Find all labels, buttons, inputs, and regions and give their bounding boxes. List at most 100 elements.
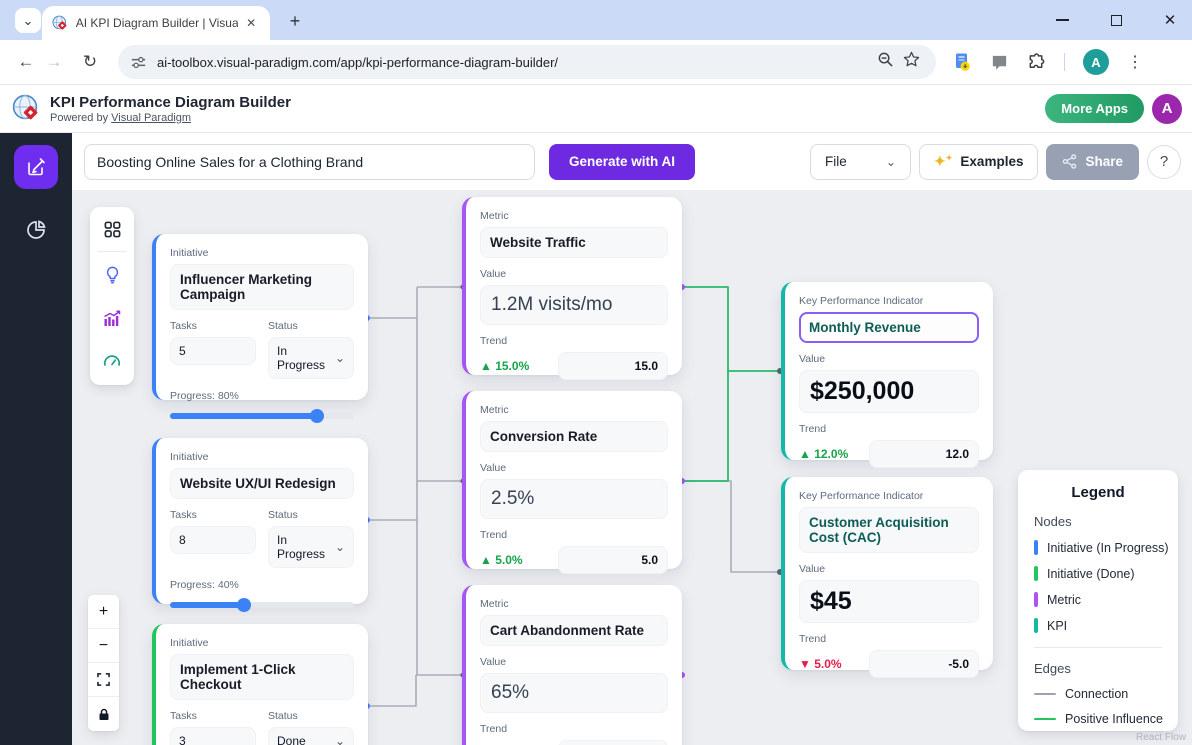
metric-title-field[interactable]: Conversion Rate	[480, 421, 668, 452]
tab-search-chevron-icon[interactable]: ⌄	[15, 8, 41, 33]
kpi-value-field[interactable]: $250,000	[799, 370, 979, 413]
url-bar[interactable]: ai-toolbox.visual-paradigm.com/app/kpi-p…	[118, 45, 936, 79]
trend-value-field[interactable]: 12.0	[869, 440, 979, 468]
metric-value-field[interactable]: 65%	[480, 673, 668, 713]
initiative-node[interactable]: Initiative Website UX/UI Redesign Tasks …	[152, 438, 368, 604]
tab-close-icon[interactable]: ✕	[242, 14, 260, 32]
status-label: Status	[268, 320, 354, 332]
back-icon[interactable]: ←	[12, 52, 40, 72]
legend-panel: Legend Nodes Initiative (In Progress) In…	[1018, 470, 1178, 731]
initiative-title-field[interactable]: Influencer Marketing Campaign	[170, 264, 354, 310]
status-select[interactable]: Done ⌄	[268, 727, 354, 745]
edge-positive-influence[interactable]	[683, 287, 779, 371]
url-text: ai-toolbox.visual-paradigm.com/app/kpi-p…	[157, 55, 872, 70]
browser-profile-avatar[interactable]: A	[1083, 49, 1109, 75]
progress-slider[interactable]	[170, 413, 354, 419]
legend-item: Initiative (In Progress)	[1034, 540, 1162, 555]
feedback-bubble-icon[interactable]	[990, 53, 1009, 72]
metric-title-field[interactable]: Cart Abandonment Rate	[480, 615, 668, 646]
status-select[interactable]: In Progress ⌄	[268, 337, 354, 379]
kpi-title-field[interactable]: Monthly Revenue	[799, 312, 979, 343]
kpi-title-field[interactable]: Customer Acquisition Cost (CAC)	[799, 507, 979, 553]
more-apps-button[interactable]: More Apps	[1045, 94, 1144, 123]
file-menu-button[interactable]: File ⌄	[810, 144, 911, 180]
value-label: Value	[799, 563, 979, 575]
metric-node[interactable]: Metric Website Traffic Value 1.2M visits…	[462, 197, 682, 375]
palette-metric-icon[interactable]	[90, 296, 134, 340]
browser-menu-icon[interactable]: ⋮	[1127, 52, 1143, 72]
window-maximize-icon[interactable]	[1106, 10, 1126, 30]
palette-grid-icon[interactable]	[90, 207, 134, 251]
tasks-field[interactable]: 8	[170, 526, 256, 554]
palette-initiative-icon[interactable]	[90, 252, 134, 296]
docs-extension-icon[interactable]	[952, 52, 972, 72]
metric-value-field[interactable]: 2.5%	[480, 479, 668, 519]
legend-item: Connection	[1034, 687, 1162, 701]
edge-positive-influence[interactable]	[683, 371, 728, 481]
left-sidebar	[0, 133, 72, 745]
metric-node[interactable]: Metric Conversion Rate Value 2.5% Trend …	[462, 391, 682, 569]
zoom-out-page-icon[interactable]	[872, 51, 898, 73]
slider-thumb[interactable]	[237, 598, 251, 612]
trend-label: Trend	[480, 335, 668, 347]
new-tab-icon[interactable]: +	[284, 10, 306, 32]
legend-item: Metric	[1034, 592, 1162, 607]
divider	[1034, 647, 1162, 648]
app-window: ⌄ AI KPI Diagram Builder | Visualiz ✕ + …	[0, 0, 1192, 745]
initiative-title-field[interactable]: Website UX/UI Redesign	[170, 468, 354, 499]
kpi-node[interactable]: Key Performance Indicator Monthly Revenu…	[781, 282, 993, 460]
trend-label: Trend	[799, 633, 979, 645]
initiative-node[interactable]: Initiative Influencer Marketing Campaign…	[152, 234, 368, 400]
trend-value-field[interactable]: 5.0	[558, 546, 668, 574]
share-icon	[1062, 154, 1077, 169]
forward-icon[interactable]: →	[40, 52, 68, 72]
edge-connection[interactable]	[683, 481, 779, 572]
help-button[interactable]: ?	[1147, 145, 1181, 179]
share-button[interactable]: Share	[1046, 144, 1139, 180]
tasks-label: Tasks	[170, 320, 256, 332]
trend-label: Trend	[480, 723, 668, 735]
extensions-icon[interactable]	[1027, 53, 1046, 72]
app-header: KPI Performance Diagram Builder Powered …	[0, 85, 1192, 133]
metric-value-field[interactable]: 1.2M visits/mo	[480, 285, 668, 325]
account-avatar[interactable]: A	[1152, 94, 1182, 124]
tasks-field[interactable]: 3	[170, 727, 256, 745]
sidebar-item-editor[interactable]	[14, 145, 58, 189]
initiative-node[interactable]: Initiative Implement 1-Click Checkout Ta…	[152, 624, 368, 745]
legend-item: KPI	[1034, 618, 1162, 633]
trend-value-field[interactable]: 15.0	[558, 352, 668, 380]
browser-tab[interactable]: AI KPI Diagram Builder | Visualiz ✕	[42, 6, 270, 40]
prompt-input[interactable]	[84, 144, 535, 180]
visual-paradigm-link[interactable]: Visual Paradigm	[111, 112, 191, 124]
diagram-canvas[interactable]: Initiative Influencer Marketing Campaign…	[72, 190, 1192, 745]
initiative-title-field[interactable]: Implement 1-Click Checkout	[170, 654, 354, 700]
reload-icon[interactable]: ↻	[76, 52, 104, 72]
trend-value-field[interactable]: -8.0	[558, 740, 668, 745]
zoom-out-button[interactable]: −	[88, 629, 119, 663]
kpi-value-field[interactable]: $45	[799, 580, 979, 623]
trend-label: Trend	[799, 423, 979, 435]
examples-button[interactable]: ✦✦ Examples	[919, 144, 1038, 180]
edit-icon	[26, 157, 46, 177]
powered-by: Powered by Visual Paradigm	[50, 112, 291, 124]
window-close-icon[interactable]: ✕	[1160, 10, 1180, 30]
kpi-node[interactable]: Key Performance Indicator Customer Acqui…	[781, 477, 993, 670]
zoom-in-button[interactable]: +	[88, 595, 119, 629]
metric-title-field[interactable]: Website Traffic	[480, 227, 668, 258]
sidebar-item-dashboard[interactable]	[21, 215, 51, 245]
site-settings-icon[interactable]	[130, 54, 147, 71]
status-label: Status	[268, 710, 354, 722]
trend-value-field[interactable]: -5.0	[869, 650, 979, 678]
palette-kpi-icon[interactable]	[90, 340, 134, 384]
generate-with-ai-button[interactable]: Generate with AI	[549, 144, 695, 180]
lock-button[interactable]	[88, 697, 119, 731]
edge-connection[interactable]	[368, 675, 416, 706]
progress-slider[interactable]	[170, 602, 354, 608]
tasks-field[interactable]: 5	[170, 337, 256, 365]
window-minimize-icon[interactable]	[1052, 10, 1072, 30]
node-palette	[90, 207, 134, 385]
bookmark-star-icon[interactable]	[898, 51, 924, 73]
status-select[interactable]: In Progress ⌄	[268, 526, 354, 568]
fit-view-button[interactable]	[88, 663, 119, 697]
metric-node[interactable]: Metric Cart Abandonment Rate Value 65% T…	[462, 585, 682, 745]
